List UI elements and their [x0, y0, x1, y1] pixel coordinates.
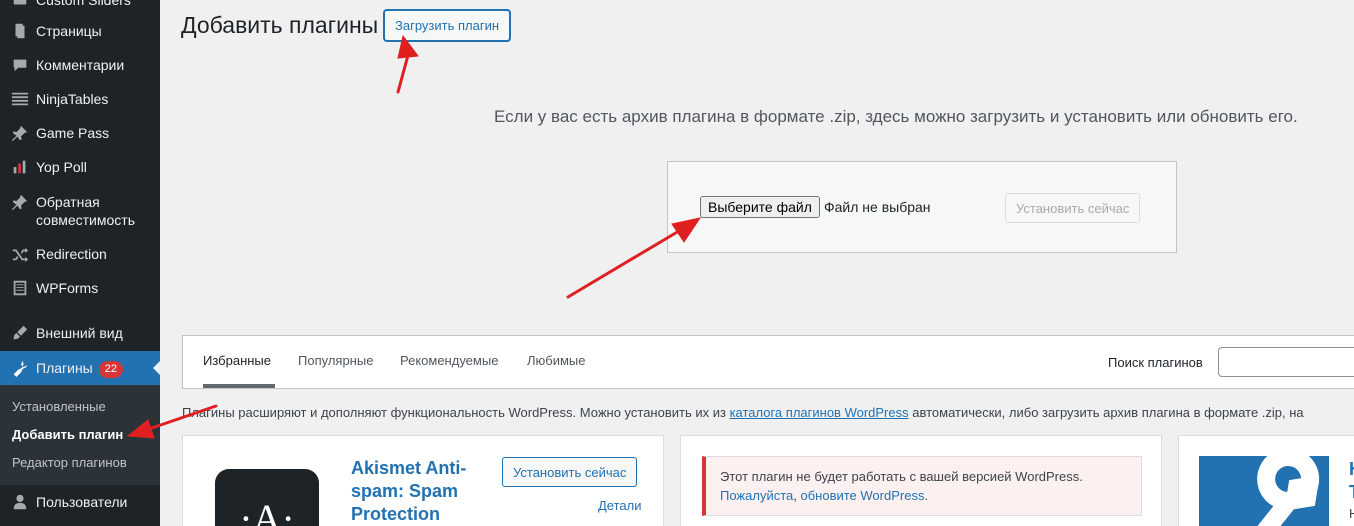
incompatible-notice: Этот плагин не будет работать с вашей ве… — [702, 456, 1142, 516]
sidebar-item-comments[interactable]: Комментарии — [0, 56, 160, 74]
details-link[interactable]: Детали — [598, 498, 642, 513]
title-fragment: T — [1349, 482, 1354, 502]
update-wordpress-link[interactable]: обновите WordPress — [800, 488, 924, 503]
akismet-logo: ·A· — [215, 469, 319, 526]
annotation-arrow-upload — [396, 34, 419, 94]
sidebar-item-yop-poll[interactable]: Yop Poll — [0, 158, 160, 176]
intro-text-start: Плагины расширяют и дополняют функционал… — [182, 405, 730, 420]
sidebar-item-label: Комментарии — [36, 57, 125, 73]
sidebar-item-label: Пользователи — [36, 494, 128, 510]
current-menu-pointer — [153, 360, 161, 376]
comments-icon — [0, 56, 36, 74]
update-count-badge: 22 — [98, 360, 123, 378]
plugin-filter-bar: Избранные Популярные Рекомендуемые Любим… — [182, 335, 1354, 389]
brush-icon — [0, 324, 36, 342]
title-fragment: H — [1349, 459, 1354, 479]
notice-end: . — [924, 488, 929, 503]
intro-text-end: автоматически, либо загрузить архив плаг… — [908, 405, 1304, 420]
search-plugins-input[interactable] — [1218, 347, 1354, 377]
pin-icon — [0, 193, 36, 211]
plugin-card-title[interactable]: Akismet Anti-spam: Spam Protection — [351, 457, 491, 526]
plugin-card-akismet: ·A· Akismet Anti-spam: Spam Protection У… — [182, 435, 664, 526]
pin-icon — [0, 124, 36, 142]
sidebar-item-label: WPForms — [36, 280, 99, 296]
sidebar-item-appearance[interactable]: Внешний вид — [0, 324, 160, 342]
sidebar-item-ninjatables[interactable]: NinjaTables — [0, 90, 160, 108]
wrench-icon — [1257, 456, 1320, 526]
sidebar-item-label: Redirection — [36, 246, 107, 262]
sidebar-item-label: Внешний вид — [36, 325, 123, 341]
submenu-installed[interactable]: Установленные — [12, 399, 106, 414]
admin-sidebar: Custom Sliders Страницы Комментарии Ninj… — [0, 0, 161, 526]
upload-help-text: Если у вас есть архив плагина в формате … — [494, 107, 1298, 126]
bar-chart-icon — [0, 158, 36, 176]
sidebar-item-label: Yop Poll — [36, 159, 87, 175]
sidebar-item-compat[interactable]: Обратная совместимость — [0, 193, 160, 229]
plugin-card-third: HT H — [1178, 435, 1354, 526]
sidebar-item-redirection[interactable]: Redirection — [0, 245, 160, 263]
sidebar-item-users[interactable]: Пользователи — [0, 493, 160, 511]
sidebar-item-custom-sliders[interactable]: Custom Sliders — [0, 0, 160, 9]
sidebar-item-label: Обратная совместимость — [36, 194, 135, 228]
active-tab-indicator — [203, 384, 275, 388]
upload-form: Выберите файл Файл не выбран Установить … — [667, 161, 1177, 253]
search-plugins-label: Поиск плагинов — [1108, 355, 1203, 370]
plugin-card-title[interactable]: HT — [1349, 458, 1354, 504]
sidebar-item-plugins[interactable]: Плагины 22 — [0, 351, 160, 385]
sidebar-item-wpforms[interactable]: WPForms — [0, 279, 160, 297]
plugins-submenu: Установленные Добавить плагин Редактор п… — [0, 385, 160, 485]
table-icon — [0, 90, 36, 108]
user-icon — [0, 493, 36, 511]
form-icon — [0, 279, 36, 297]
plugin-card-description: H — [1349, 506, 1354, 521]
sidebar-item-label: Game Pass — [36, 125, 110, 141]
pages-icon — [0, 22, 36, 40]
install-now-button[interactable]: Установить сейчас — [1005, 193, 1141, 223]
upload-plugin-button[interactable]: Загрузить плагин — [384, 10, 511, 41]
plugin-icon — [0, 359, 36, 377]
tab-featured[interactable]: Избранные — [203, 353, 271, 368]
page-title: Добавить плагины — [181, 12, 379, 38]
install-now-button[interactable]: Установить сейчас — [502, 457, 638, 487]
tab-recommended[interactable]: Рекомендуемые — [400, 353, 498, 368]
tab-favorites[interactable]: Любимые — [527, 353, 586, 368]
submenu-add-plugin[interactable]: Добавить плагин — [12, 427, 123, 442]
notice-text: Этот плагин не будет работать с вашей ве… — [720, 469, 1083, 484]
sidebar-item-game-pass[interactable]: Game Pass — [0, 124, 160, 142]
plugins-intro-text: Плагины расширяют и дополняют функционал… — [182, 405, 1304, 420]
tab-popular[interactable]: Популярные — [298, 353, 373, 368]
sidebar-item-label: Страницы — [36, 23, 102, 39]
notice-link-please[interactable]: Пожалуйста — [720, 488, 793, 503]
sidebar-item-label: Custom Sliders — [36, 0, 131, 8]
sidebar-item-label: NinjaTables — [36, 91, 109, 107]
choose-file-button[interactable]: Выберите файл — [700, 196, 820, 218]
submenu-plugin-editor[interactable]: Редактор плагинов — [12, 455, 127, 470]
plugin-card-incompatible: Этот плагин не будет работать с вашей ве… — [680, 435, 1162, 526]
plugin-directory-link[interactable]: каталога плагинов WordPress — [730, 405, 909, 420]
file-status: Файл не выбран — [824, 199, 931, 215]
sidebar-item-pages[interactable]: Страницы — [0, 22, 160, 40]
sliders-icon — [0, 0, 36, 9]
shuffle-icon — [0, 245, 36, 263]
sidebar-item-label: Плагины — [36, 359, 93, 376]
plugin-thumbnail — [1199, 456, 1329, 526]
